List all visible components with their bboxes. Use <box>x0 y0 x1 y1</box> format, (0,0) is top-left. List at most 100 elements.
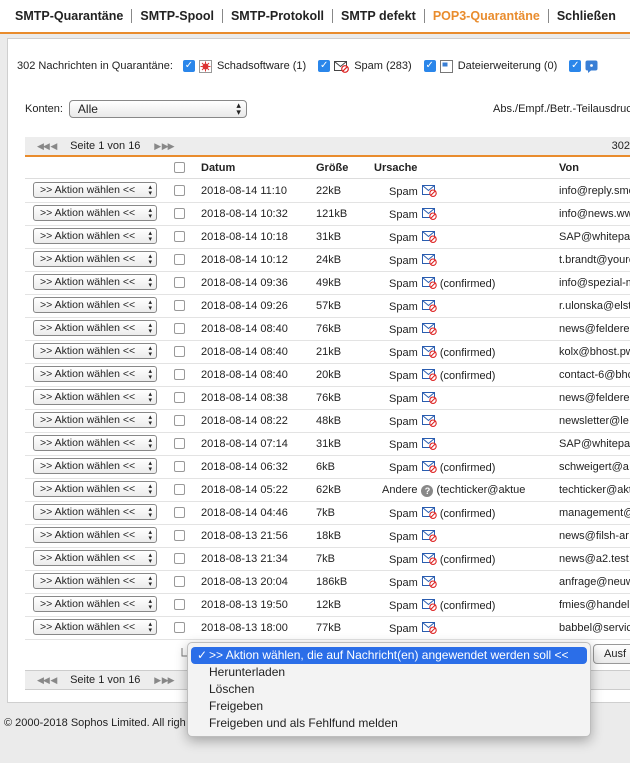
checkbox-checked-icon[interactable]: ✓ <box>423 60 436 72</box>
row-checkbox[interactable] <box>174 346 185 357</box>
dropdown-option[interactable]: Freigeben und als Fehlfund melden <box>188 715 590 732</box>
row-reason-label: Spam <box>389 255 418 267</box>
header-size[interactable]: Größe <box>316 162 348 174</box>
row-action-select[interactable]: >> Aktion wählen << ▴ ▾ <box>33 435 157 451</box>
row-checkbox[interactable] <box>174 323 185 334</box>
tab-smtp-quarantäne[interactable]: SMTP-Quarantäne <box>7 9 133 23</box>
select-arrows-icon: ▴ ▾ <box>148 460 152 473</box>
row-checkbox[interactable] <box>174 300 185 311</box>
row-reason: Spam <box>389 300 437 313</box>
tab-smtp-protokoll[interactable]: SMTP-Protokoll <box>223 9 334 23</box>
header-from[interactable]: Von <box>559 162 579 174</box>
row-action-select[interactable]: >> Aktion wählen << ▴ ▾ <box>33 389 157 405</box>
row-action-select[interactable]: >> Aktion wählen << ▴ ▾ <box>33 527 157 543</box>
row-action-select[interactable]: >> Aktion wählen << ▴ ▾ <box>33 366 157 382</box>
row-checkbox[interactable] <box>174 185 185 196</box>
row-size: 186kB <box>316 576 348 588</box>
bulk-action-dropdown[interactable]: ✓ >> Aktion wählen, die auf Nachricht(en… <box>187 642 591 737</box>
dropdown-option[interactable]: Freigeben <box>188 698 590 715</box>
row-action-select[interactable]: >> Aktion wählen << ▴ ▾ <box>33 343 157 359</box>
next-last-page-icon[interactable]: ▶ ▶▶ <box>154 141 174 152</box>
filter-malware-label: Schadsoftware (1) <box>216 60 307 72</box>
accounts-select[interactable]: Alle ▴ ▾ <box>68 100 247 118</box>
dropdown-option[interactable]: Herunterladen <box>188 664 590 681</box>
row-action-select[interactable]: >> Aktion wählen << ▴ ▾ <box>33 205 157 221</box>
row-checkbox[interactable] <box>174 484 185 495</box>
page-indicator: Seite 1 von 16 <box>70 140 141 152</box>
first-prev-page-icon[interactable]: ◀◀ ◀ <box>37 141 57 152</box>
row-action-select[interactable]: >> Aktion wählen << ▴ ▾ <box>33 182 157 198</box>
filter-extension[interactable]: ✓ Dateierweiterung (0) <box>423 59 557 73</box>
apply-button[interactable]: Ausf <box>593 644 630 664</box>
row-action-select[interactable]: >> Aktion wählen << ▴ ▾ <box>33 458 157 474</box>
table-row: >> Aktion wählen << ▴ ▾ 2018-08-13 19:50 12k… <box>25 593 630 617</box>
checkbox-checked-icon[interactable]: ✓ <box>318 60 331 72</box>
next-last-page-icon[interactable]: ▶ ▶▶ <box>154 675 174 686</box>
row-checkbox[interactable] <box>174 254 185 265</box>
row-action-label: >> Aktion wählen << <box>40 184 136 196</box>
tab-smtp-spool[interactable]: SMTP-Spool <box>132 9 223 23</box>
row-action-select[interactable]: >> Aktion wählen << ▴ ▾ <box>33 596 157 612</box>
row-checkbox[interactable] <box>174 553 185 564</box>
row-action-select[interactable]: >> Aktion wählen << ▴ ▾ <box>33 274 157 290</box>
row-reason-note: (confirmed) <box>439 508 496 520</box>
row-action-select[interactable]: >> Aktion wählen << ▴ ▾ <box>33 573 157 589</box>
tab-schließen[interactable]: Schließen <box>549 9 624 23</box>
header-date[interactable]: Datum <box>201 162 235 174</box>
tab-pop3-quarantäne[interactable]: POP3-Quarantäne <box>425 9 549 23</box>
header-reason[interactable]: Ursache <box>374 162 417 174</box>
row-checkbox[interactable] <box>174 530 185 541</box>
checkbox-checked-icon[interactable]: ✓ <box>182 60 195 72</box>
row-checkbox[interactable] <box>174 415 185 426</box>
table-row: >> Aktion wählen << ▴ ▾ 2018-08-14 08:40 20k… <box>25 363 630 387</box>
filter-malware[interactable]: ✓ Schadsoftware (1) <box>182 59 307 73</box>
select-all-checkbox[interactable] <box>174 162 185 173</box>
row-size: 62kB <box>316 484 342 496</box>
spam-icon <box>421 576 437 588</box>
row-date: 2018-08-14 08:38 <box>201 392 288 404</box>
spam-icon <box>421 415 437 427</box>
table-row: >> Aktion wählen << ▴ ▾ 2018-08-14 08:38 76k… <box>25 386 630 410</box>
spam-icon <box>421 231 437 243</box>
row-checkbox[interactable] <box>174 231 185 242</box>
row-reason-note: (confirmed) <box>439 278 496 290</box>
select-arrows-icon: ▴ ▾ <box>148 414 152 427</box>
row-checkbox[interactable] <box>174 392 185 403</box>
dropdown-option[interactable]: Löschen <box>188 681 590 698</box>
row-checkbox[interactable] <box>174 369 185 380</box>
row-action-select[interactable]: >> Aktion wählen << ▴ ▾ <box>33 481 157 497</box>
row-checkbox[interactable] <box>174 277 185 288</box>
row-checkbox[interactable] <box>174 622 185 633</box>
row-action-select[interactable]: >> Aktion wählen << ▴ ▾ <box>33 550 157 566</box>
filter-other[interactable]: ✓ <box>569 60 603 73</box>
row-checkbox[interactable] <box>174 507 185 518</box>
row-action-label: >> Aktion wählen << <box>40 207 136 219</box>
row-action-select[interactable]: >> Aktion wählen << ▴ ▾ <box>33 297 157 313</box>
first-prev-page-icon[interactable]: ◀◀ ◀ <box>37 675 57 686</box>
row-action-select[interactable]: >> Aktion wählen << ▴ ▾ <box>33 251 157 267</box>
row-checkbox[interactable] <box>174 599 185 610</box>
row-action-select[interactable]: >> Aktion wählen << ▴ ▾ <box>33 504 157 520</box>
tab-smtp-defekt[interactable]: SMTP defekt <box>333 9 425 23</box>
row-action-select[interactable]: >> Aktion wählen << ▴ ▾ <box>33 412 157 428</box>
row-checkbox[interactable] <box>174 461 185 472</box>
quarantine-count: 302 Nachrichten in Quarantäne: <box>17 60 173 72</box>
spam-icon <box>421 346 437 358</box>
spam-icon <box>421 208 437 220</box>
row-action-select[interactable]: >> Aktion wählen << ▴ ▾ <box>33 619 157 635</box>
row-reason-label: Spam <box>389 531 418 543</box>
row-date: 2018-08-13 21:34 <box>201 553 288 565</box>
spam-icon <box>421 530 437 542</box>
row-action-select[interactable]: >> Aktion wählen << ▴ ▾ <box>33 320 157 336</box>
row-checkbox[interactable] <box>174 438 185 449</box>
filter-spam[interactable]: ✓ Spam (283) <box>318 60 412 73</box>
select-arrows-icon: ▴ ▾ <box>148 598 152 611</box>
dropdown-option-selected[interactable]: ✓ >> Aktion wählen, die auf Nachricht(en… <box>191 647 587 664</box>
row-action-label: >> Aktion wählen << <box>40 598 136 610</box>
row-checkbox[interactable] <box>174 576 185 587</box>
checkbox-checked-icon[interactable]: ✓ <box>569 60 582 72</box>
row-size: 6kB <box>316 461 335 473</box>
row-action-select[interactable]: >> Aktion wählen << ▴ ▾ <box>33 228 157 244</box>
row-reason: Spam <box>389 254 437 267</box>
row-checkbox[interactable] <box>174 208 185 219</box>
